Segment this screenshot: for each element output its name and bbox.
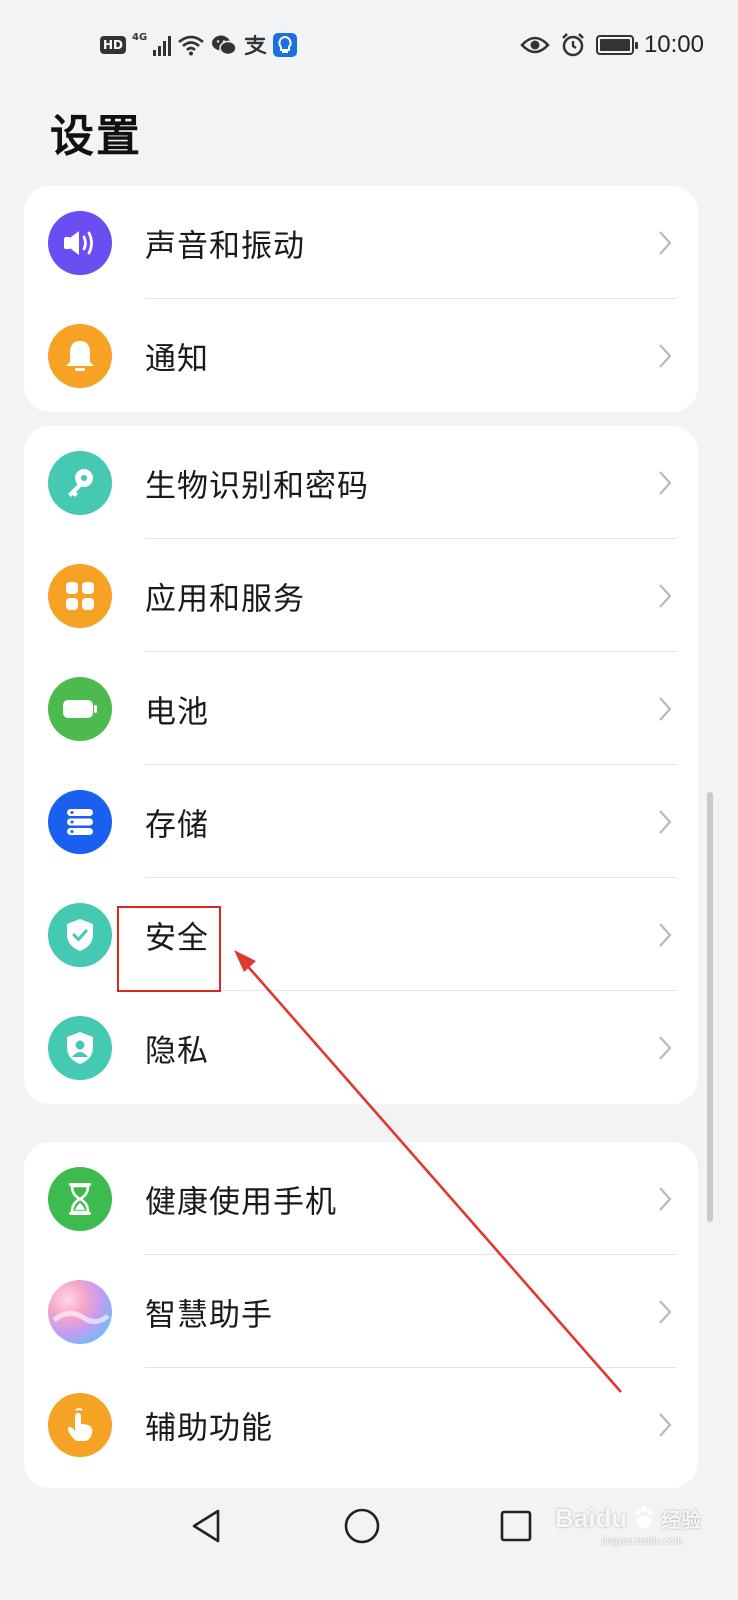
recents-square-icon[interactable] [498, 1506, 534, 1546]
shield-check-icon [48, 902, 112, 967]
home-circle-icon[interactable] [342, 1506, 382, 1546]
settings-item-storage[interactable]: 存储 [24, 765, 698, 878]
assistant-orb-icon [48, 1279, 112, 1344]
alipay-icon [244, 34, 267, 56]
alarm-icon [562, 33, 584, 57]
settings-item-label: 电池 [145, 694, 209, 730]
hd-badge: HD [100, 36, 127, 54]
chevron-right-icon [659, 230, 672, 255]
page-title: 设置 [50, 111, 142, 162]
chevron-right-icon [659, 922, 672, 947]
settings-item-battery[interactable]: 电池 [24, 652, 698, 765]
chevron-right-icon [659, 470, 672, 495]
storage-icon [48, 789, 112, 854]
baidu-watermark: Baidu 经验 [555, 1498, 701, 1538]
chevron-right-icon [659, 1186, 672, 1211]
speaker-icon [48, 210, 112, 275]
settings-group-3: 健康使用手机 智慧助手 辅助功能 [24, 1142, 698, 1488]
battery-status-icon [595, 35, 638, 55]
network-type: 4G [132, 32, 148, 43]
app-notification-icon [273, 33, 298, 57]
settings-group-2: 生物识别和密码 应用和服务 电池 存储 安全 隐私 [24, 426, 698, 1104]
settings-item-label: 通知 [145, 341, 209, 377]
settings-item-privacy[interactable]: 隐私 [24, 991, 698, 1104]
settings-item-sound-vibration[interactable]: 声音和振动 [24, 186, 698, 299]
settings-item-accessibility[interactable]: 辅助功能 [24, 1368, 698, 1481]
settings-item-digital-balance[interactable]: 健康使用手机 [24, 1142, 698, 1255]
status-bar: HD 4G 10:00 [0, 0, 738, 92]
settings-item-label: 智慧助手 [145, 1297, 273, 1333]
watermark-url: jingyan.baidu.com [602, 1536, 683, 1547]
chevron-right-icon [659, 809, 672, 834]
clock: 10:00 [643, 31, 704, 58]
settings-item-label: 辅助功能 [145, 1410, 273, 1446]
wifi-icon [178, 35, 205, 56]
status-left-icons: HD 4G [100, 30, 298, 60]
settings-item-apps-services[interactable]: 应用和服务 [24, 539, 698, 652]
chevron-right-icon [659, 583, 672, 608]
chevron-right-icon [659, 1035, 672, 1060]
settings-item-label: 存储 [145, 807, 209, 843]
scrollbar[interactable] [707, 792, 713, 1222]
settings-group-1: 声音和振动 通知 [24, 186, 698, 412]
settings-item-label: 应用和服务 [145, 581, 305, 617]
chevron-right-icon [659, 343, 672, 368]
settings-item-label: 声音和振动 [145, 228, 305, 264]
apps-icon [48, 563, 112, 628]
watermark-suffix: 经验 [661, 1509, 702, 1532]
bell-icon [48, 323, 112, 388]
settings-item-notifications[interactable]: 通知 [24, 299, 698, 412]
settings-item-label: 健康使用手机 [145, 1184, 337, 1220]
annotation-highlight-box [117, 906, 221, 992]
chevron-right-icon [659, 696, 672, 721]
privacy-shield-icon [48, 1015, 112, 1080]
chevron-right-icon [659, 1299, 672, 1324]
hand-touch-icon [48, 1392, 112, 1457]
settings-item-label: 隐私 [145, 1033, 209, 1069]
signal-icon [153, 34, 172, 56]
key-icon [48, 450, 112, 515]
status-right-icons: 10:00 [520, 30, 704, 60]
settings-item-biometrics-password[interactable]: 生物识别和密码 [24, 426, 698, 539]
back-triangle-icon[interactable] [188, 1506, 224, 1546]
watermark-brand: Baidu [555, 1502, 628, 1533]
paw-logo-icon [635, 1506, 654, 1528]
battery-icon [48, 676, 112, 741]
eye-comfort-icon [520, 36, 550, 54]
hourglass-icon [48, 1166, 112, 1231]
settings-item-label: 生物识别和密码 [145, 468, 369, 504]
settings-item-smart-assistant[interactable]: 智慧助手 [24, 1255, 698, 1368]
chevron-right-icon [659, 1412, 672, 1437]
wechat-icon [212, 35, 237, 56]
